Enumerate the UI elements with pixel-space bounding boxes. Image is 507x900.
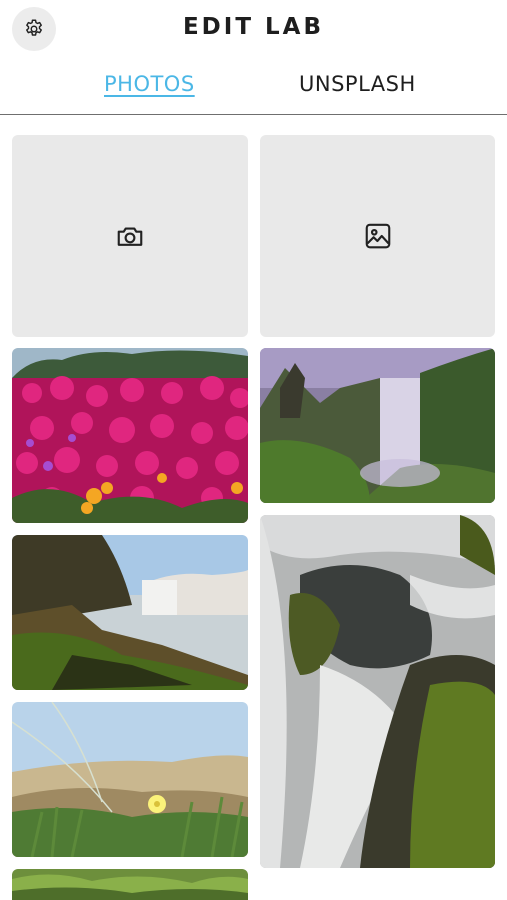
camera-source-tile[interactable] — [12, 135, 248, 337]
image-icon — [365, 223, 390, 249]
photo-waterfall-gorge — [260, 348, 495, 503]
tab-photos[interactable]: PHOTOS — [104, 72, 195, 96]
gallery-source-tile[interactable] — [260, 135, 495, 337]
app-screen: EDIT LAB PHOTOS UNSPLASH — [0, 0, 507, 900]
photo-coastal-waterfall — [12, 535, 248, 690]
photo-dune-plants — [12, 702, 248, 857]
photo-thumbnail[interactable] — [12, 348, 248, 523]
photo-thumbnail[interactable] — [260, 515, 495, 868]
header: EDIT LAB — [0, 0, 507, 60]
camera-icon — [117, 227, 143, 246]
app-title: EDIT LAB — [182, 14, 325, 40]
photo-flowers — [12, 348, 248, 523]
tab-unsplash[interactable]: UNSPLASH — [299, 72, 416, 96]
photo-thumbnail[interactable] — [12, 535, 248, 690]
photo-green-plants — [12, 869, 248, 900]
tab-bar: PHOTOS UNSPLASH — [0, 60, 507, 115]
photo-thumbnail[interactable] — [12, 702, 248, 857]
photo-long-exposure — [260, 515, 495, 868]
photo-thumbnail[interactable] — [12, 869, 248, 900]
photo-thumbnail[interactable] — [260, 348, 495, 503]
